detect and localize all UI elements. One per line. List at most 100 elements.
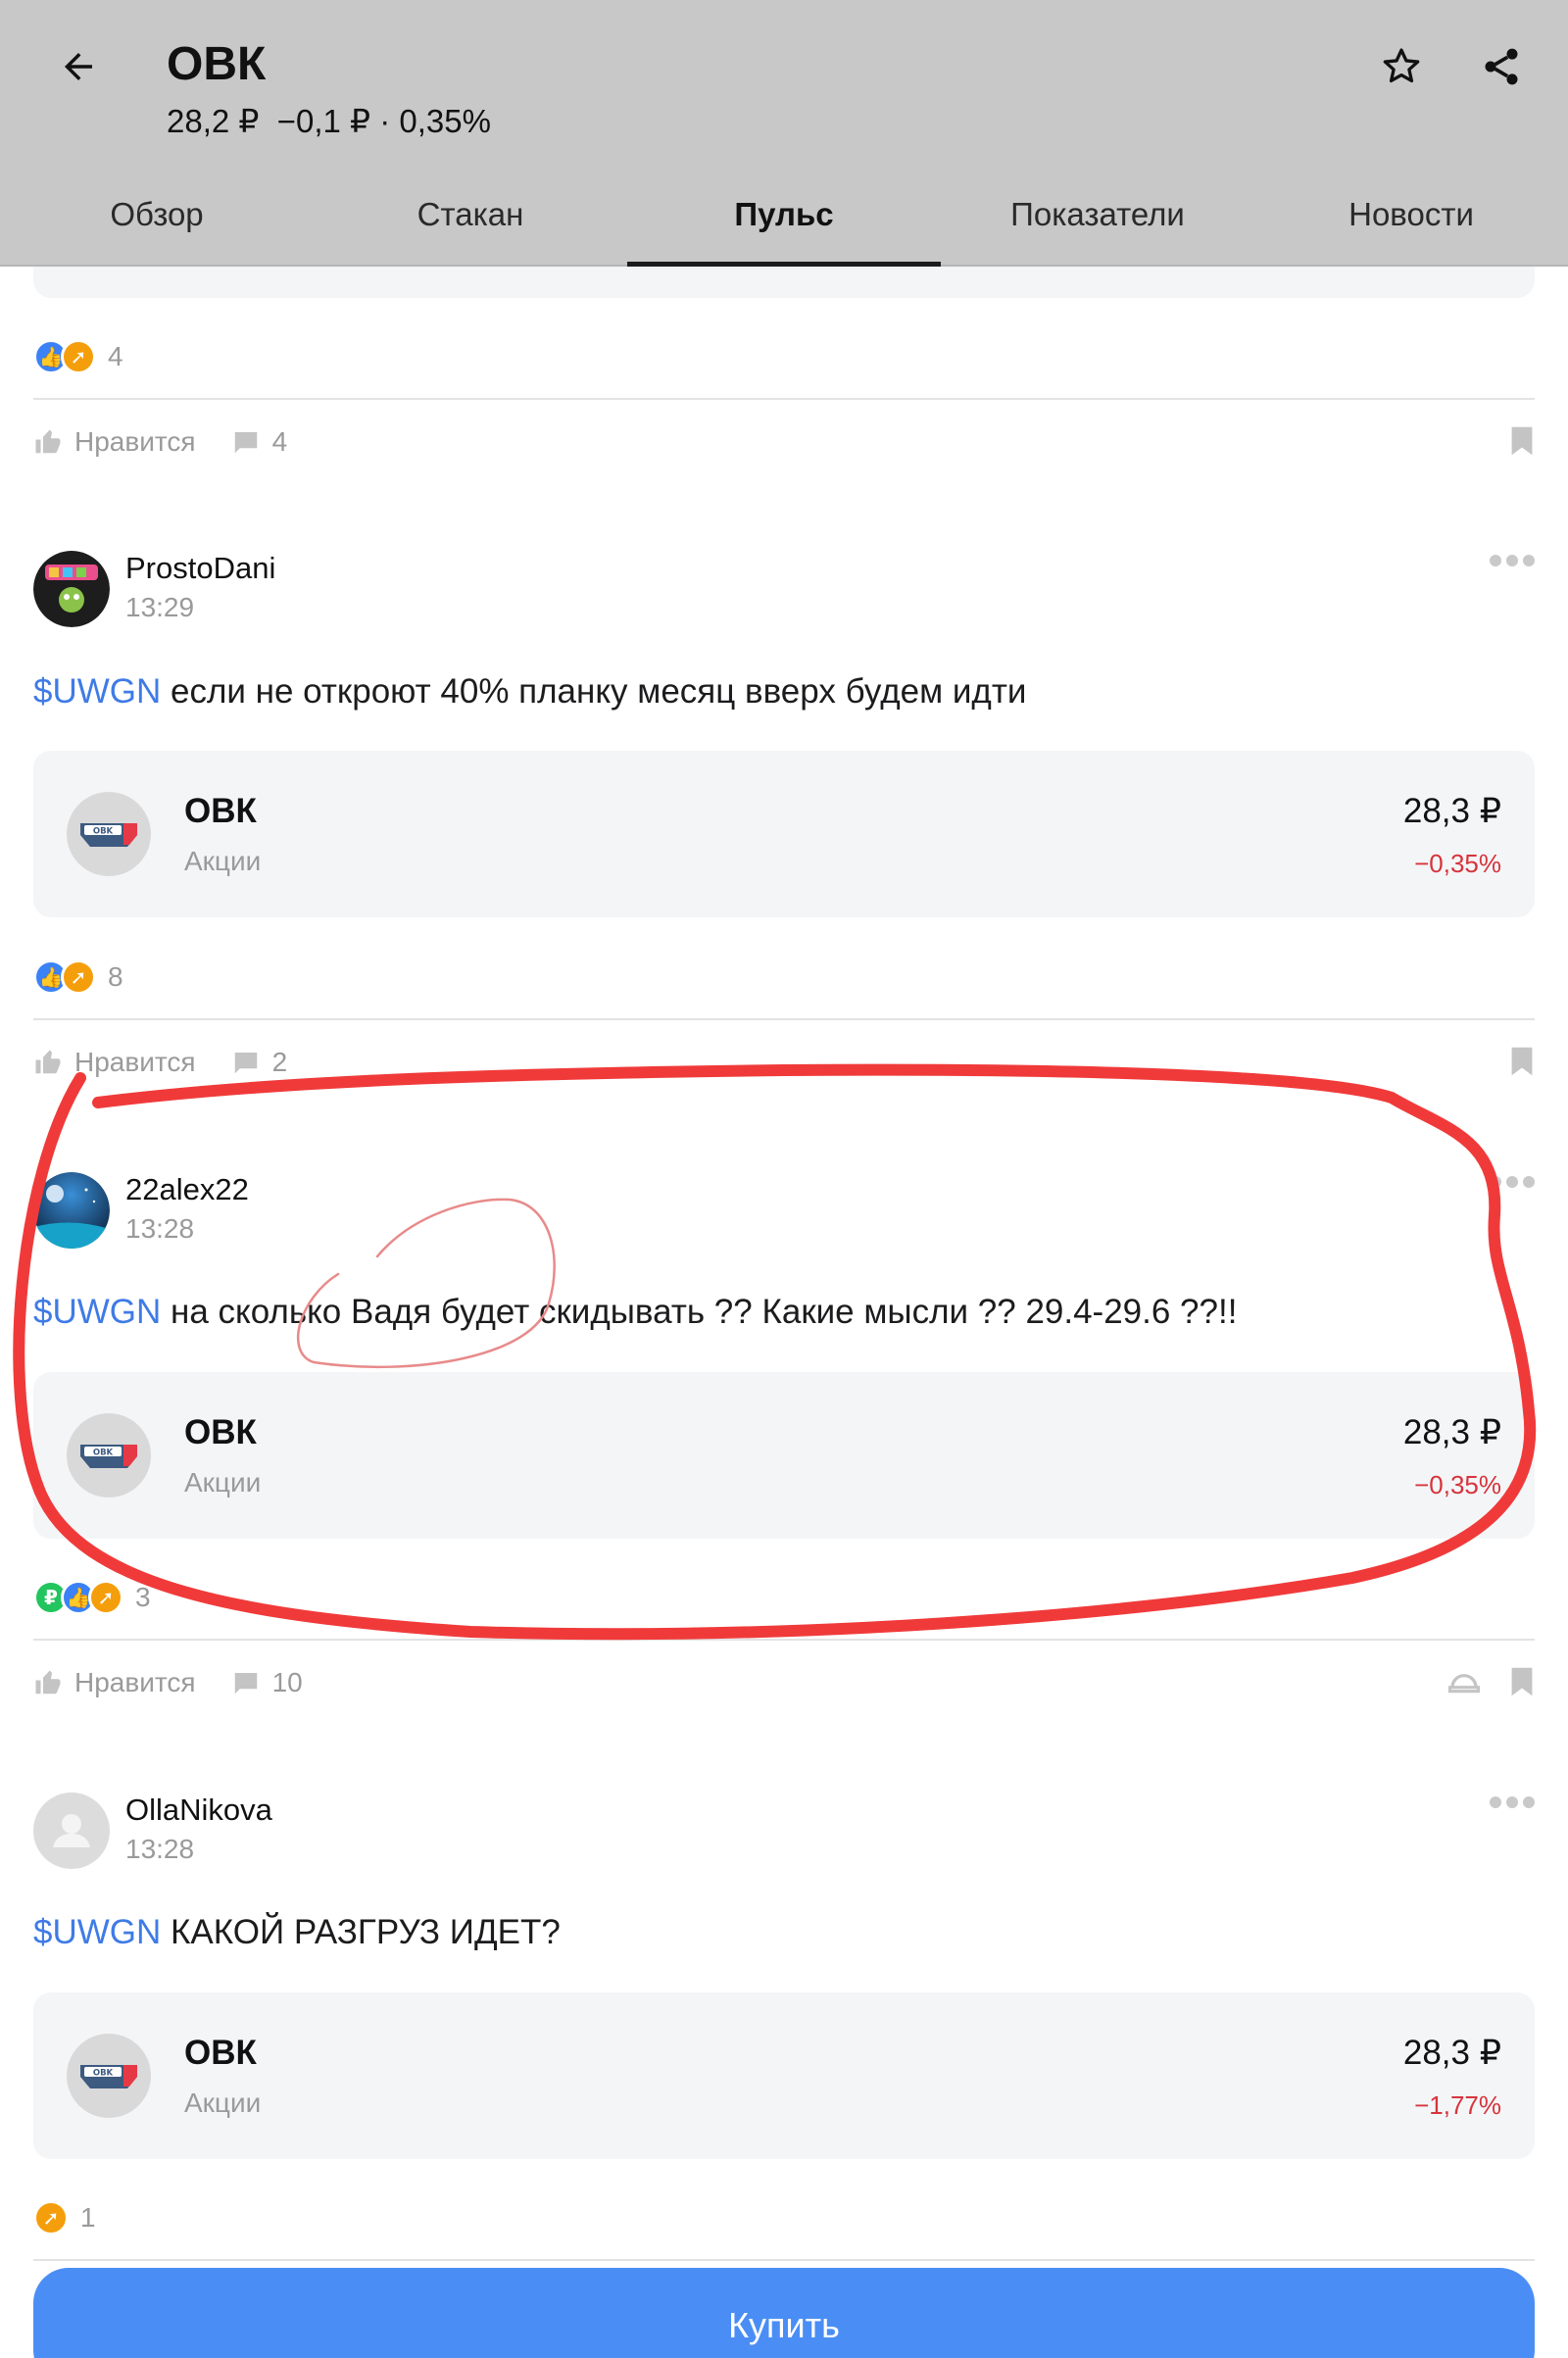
user-avatar-icon <box>33 551 110 627</box>
svg-text:OBK: OBK <box>93 827 114 837</box>
like-label: Нравится <box>74 426 196 457</box>
post-time: 13:28 <box>125 1213 195 1244</box>
stock-price: 28,3 ₽ <box>1402 1413 1501 1451</box>
ticker-link[interactable]: $UWGN <box>33 1293 161 1331</box>
avatar[interactable] <box>33 551 110 627</box>
tab-bar: Обзор Стакан Пульс Показатели Новости <box>0 186 1568 267</box>
stock-logo: OBK <box>67 1413 151 1498</box>
post-actions: Нравится 2 <box>33 1038 1535 1087</box>
author-name[interactable]: ProstoDani <box>125 551 275 586</box>
star-icon <box>1383 48 1420 83</box>
divider <box>33 1018 1535 1020</box>
more-icon <box>1490 1176 1501 1188</box>
share-icon <box>1485 48 1518 85</box>
rocket-reaction-icon: ➚ <box>61 339 96 374</box>
avatar[interactable] <box>33 1172 110 1249</box>
reactions-summary[interactable]: 👍 ➚ 4 <box>33 335 123 378</box>
tab-news[interactable]: Новости <box>1254 186 1568 267</box>
divider <box>33 1639 1535 1641</box>
tab-pulse[interactable]: Пульс <box>627 186 941 267</box>
stock-card-partial[interactable] <box>33 267 1535 298</box>
tab-order-book[interactable]: Стакан <box>314 186 627 267</box>
tab-overview[interactable]: Обзор <box>0 186 314 267</box>
page-title: ОВК <box>167 38 267 90</box>
reactions-summary[interactable]: ➚ 1 <box>33 2196 96 2239</box>
comment-icon <box>234 1673 257 1695</box>
comment-icon <box>234 432 257 454</box>
stock-card[interactable]: OBK ОВК Акции 28,3 ₽ −0,35% <box>33 1372 1535 1539</box>
back-arrow-icon <box>65 53 92 80</box>
repost-button[interactable] <box>1447 1666 1481 1700</box>
stock-logo: OBK <box>67 792 151 876</box>
author-name[interactable]: 22alex22 <box>125 1172 249 1207</box>
stock-type: Акции <box>184 2088 262 2118</box>
reaction-count: 3 <box>135 1582 151 1612</box>
post-body: если не откроют 40% планку месяц вверх б… <box>161 672 1027 711</box>
author-name[interactable]: OllaNikova <box>125 1793 272 1828</box>
more-button[interactable] <box>1490 1796 1535 1808</box>
share-button[interactable] <box>1472 37 1531 96</box>
post-header: ProstoDani 13:29 <box>33 551 1535 629</box>
svg-text:OBK: OBK <box>93 1449 114 1458</box>
like-icon <box>35 1050 61 1074</box>
like-icon <box>35 1670 61 1695</box>
bookmark-icon <box>1511 426 1533 456</box>
repost-icon <box>1447 1674 1481 1694</box>
avatar[interactable] <box>33 1793 110 1869</box>
like-button[interactable]: Нравится <box>33 1667 196 1698</box>
back-button[interactable] <box>49 37 108 96</box>
stock-name: ОВК <box>184 792 257 830</box>
bookmark-icon <box>1511 1047 1533 1076</box>
post-time: 13:28 <box>125 1834 195 1864</box>
reactions-summary[interactable]: 👍 ➚ 8 <box>33 956 123 999</box>
reactions-summary[interactable]: ₽ 👍 ➚ 3 <box>33 1576 151 1619</box>
like-button[interactable]: Нравится <box>33 426 196 458</box>
stock-logo: OBK <box>67 2034 151 2118</box>
stock-card[interactable]: OBK ОВК Акции 28,3 ₽ −1,77% <box>33 1992 1535 2159</box>
ticker-link[interactable]: $UWGN <box>33 1913 161 1951</box>
stock-card[interactable]: OBK ОВК Акции 28,3 ₽ −0,35% <box>33 751 1535 917</box>
ovk-logo-icon: OBK <box>80 1445 137 1468</box>
comments-button[interactable]: 10 <box>231 1667 303 1698</box>
like-label: Нравится <box>74 1667 196 1697</box>
bookmark-icon <box>1511 1667 1533 1696</box>
more-button[interactable] <box>1490 555 1535 566</box>
bookmark-button[interactable] <box>1509 1666 1535 1702</box>
post-header: 22alex22 13:28 <box>33 1172 1535 1251</box>
post-actions: Нравится 10 <box>33 1658 1535 1707</box>
comments-button[interactable]: 4 <box>231 426 287 458</box>
comment-count: 2 <box>271 1047 288 1077</box>
stock-name: ОВК <box>184 2034 257 2072</box>
buy-button[interactable]: Купить <box>33 2268 1535 2358</box>
bookmark-button[interactable] <box>1509 1046 1535 1082</box>
default-user-icon <box>53 1814 90 1847</box>
stock-change: −0,35% <box>1414 1470 1501 1499</box>
like-button[interactable]: Нравится <box>33 1047 196 1078</box>
like-label: Нравится <box>74 1047 196 1077</box>
comment-count: 10 <box>271 1667 303 1697</box>
post-text: $UWGN на сколько Вадя будет скидывать ??… <box>33 1293 1237 1332</box>
divider <box>33 2259 1535 2261</box>
price-summary: 28,2 ₽ −0,1 ₽ · 0,35% <box>167 103 491 139</box>
like-icon <box>35 429 61 454</box>
more-button[interactable] <box>1490 1176 1535 1188</box>
divider <box>33 398 1535 400</box>
post-body: на сколько Вадя будет скидывать ?? Какие… <box>161 1293 1238 1331</box>
svg-text:OBK: OBK <box>93 2069 114 2079</box>
ovk-logo-icon: OBK <box>80 2065 137 2088</box>
ticker-link[interactable]: $UWGN <box>33 672 161 711</box>
post-text: $UWGN если не откроют 40% планку месяц в… <box>33 672 1026 712</box>
comments-button[interactable]: 2 <box>231 1047 288 1078</box>
bookmark-button[interactable] <box>1509 425 1535 462</box>
rocket-reaction-icon: ➚ <box>88 1580 123 1615</box>
post-body: КАКОЙ РАЗГРУЗ ИДЕТ? <box>161 1913 561 1951</box>
tab-indicators[interactable]: Показатели <box>941 186 1254 267</box>
stock-price: 28,3 ₽ <box>1402 792 1501 830</box>
more-icon <box>1490 1796 1501 1808</box>
stock-change: −0,35% <box>1414 849 1501 878</box>
stock-price: 28,3 ₽ <box>1402 2034 1501 2072</box>
favorite-button[interactable] <box>1372 37 1431 96</box>
app-header: ОВК 28,2 ₽ −0,1 ₽ · 0,35% Обзор Стакан П… <box>0 0 1568 267</box>
rocket-reaction-icon: ➚ <box>33 2200 69 2235</box>
stock-change: −1,77% <box>1414 2090 1501 2120</box>
